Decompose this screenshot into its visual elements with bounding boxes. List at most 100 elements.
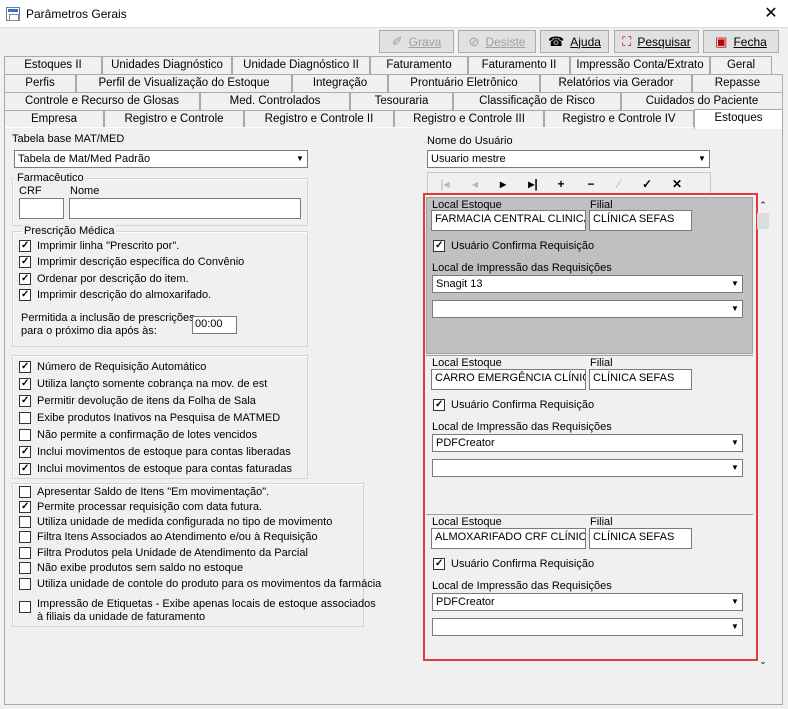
chevron-down-icon[interactable]: ▼ (292, 151, 307, 167)
checkbox[interactable] (19, 395, 31, 407)
next-record-icon[interactable]: ▸ (490, 175, 516, 193)
cancel-icon: ⊘ (468, 33, 480, 49)
etiquetas-label-2: à filiais da unidade de faturamento (37, 611, 206, 623)
tab-geral[interactable]: Geral (710, 56, 772, 74)
scroll-thumb[interactable] (757, 213, 769, 229)
checkbox[interactable] (19, 486, 31, 498)
chevron-up-icon[interactable]: ⌃ (757, 199, 769, 211)
tab-registro-controle-iii[interactable]: Registro e Controle III (394, 110, 544, 128)
checkbox[interactable] (19, 547, 31, 559)
cb-lotes-vencidos[interactable]: Não permite a confirmação de lotes venci… (19, 429, 257, 441)
cb-imprimir-almoxarifado[interactable]: Imprimir descrição do almoxarifado. (19, 289, 211, 301)
checkbox[interactable] (19, 501, 31, 513)
tab-empresa[interactable]: Empresa (4, 110, 104, 128)
checkbox[interactable] (19, 240, 31, 252)
tab-prontuario-eletronico[interactable]: Prontuário Eletrônico (388, 74, 540, 92)
farmaceutico-legend: Farmacêutico (15, 172, 86, 184)
checkbox[interactable] (19, 429, 31, 441)
tab-integracao[interactable]: Integração (292, 74, 388, 92)
tab-cuidados-paciente[interactable]: Cuidados do Paciente (621, 92, 783, 110)
checkbox[interactable] (19, 378, 31, 390)
chevron-down-icon[interactable]: ⌄ (757, 655, 769, 667)
permitida-label-1: Permitida a inclusão de prescrições (21, 312, 195, 324)
cb-saldo-movimentacao[interactable]: Apresentar Saldo de Itens "Em movimentaç… (19, 486, 269, 498)
cb-requisicao-automatico[interactable]: Número de Requisição Automático (19, 361, 206, 373)
tab-repasse[interactable]: Repasse (692, 74, 783, 92)
cb-filtra-itens-associados[interactable]: Filtra Itens Associados ao Atendimento e… (19, 531, 318, 543)
delete-record-icon[interactable]: − (578, 175, 604, 193)
tab-registro-controle-ii[interactable]: Registro e Controle II (244, 110, 394, 128)
first-record-icon[interactable]: |◂ (432, 175, 458, 193)
exit-door-icon: ▣ (715, 33, 728, 49)
records-scrollbar[interactable]: ⌃ ⌄ (757, 199, 769, 669)
cb-contas-liberadas[interactable]: Inclui movimentos de estoque para contas… (19, 446, 291, 458)
checkbox[interactable] (19, 446, 31, 458)
cb-data-futura[interactable]: Permite processar requisição com data fu… (19, 501, 262, 513)
tab-controle-recurso-glosas[interactable]: Controle e Recurso de Glosas (4, 92, 200, 110)
tab-perfil-visualizacao-estoque[interactable]: Perfil de Visualização do Estoque (76, 74, 292, 92)
tab-classificacao-risco[interactable]: Classificação de Risco (453, 92, 621, 110)
window-title: Parâmetros Gerais (26, 7, 127, 21)
checkbox[interactable] (19, 578, 31, 590)
tab-estoques[interactable]: Estoques (694, 109, 783, 129)
close-button[interactable]: ✕ (758, 3, 784, 25)
cb-devolucao-folha-sala[interactable]: Permitir devolução de itens da Folha de … (19, 395, 256, 407)
checkbox[interactable] (19, 562, 31, 574)
cb-ordenar-descricao[interactable]: Ordenar por descrição do item. (19, 273, 189, 285)
fecha-button[interactable]: ▣ Fecha (703, 30, 779, 53)
tab-tesouraria[interactable]: Tesouraria (350, 92, 453, 110)
insert-record-icon[interactable]: + (548, 175, 574, 193)
nome-label: Nome (70, 185, 100, 197)
tab-relatorios-via-gerador[interactable]: Relatórios via Gerador (540, 74, 692, 92)
tab-faturamento[interactable]: Faturamento (370, 56, 468, 74)
tab-unidades-diagnostico[interactable]: Unidades Diagnóstico (102, 56, 232, 74)
cb-unidade-controle[interactable]: Utiliza unidade de contole do produto pa… (19, 578, 381, 590)
nome-field[interactable] (69, 198, 301, 219)
cb-contas-faturadas[interactable]: Inclui movimentos de estoque para contas… (19, 463, 292, 475)
checkbox[interactable] (19, 463, 31, 475)
checkbox[interactable] (19, 516, 31, 528)
pencil-icon: ✐ (391, 33, 403, 49)
checkbox[interactable] (19, 601, 31, 613)
highlight-frame (423, 193, 758, 661)
tabela-base-label: Tabela base MAT/MED (12, 133, 125, 145)
desiste-button[interactable]: ⊘ Desiste (458, 30, 536, 53)
cb-exibe-inativos[interactable]: Exibe produtos Inativos na Pesquisa de M… (19, 412, 280, 424)
cancel-record-icon[interactable]: ✕ (664, 175, 690, 193)
tab-med-controlados[interactable]: Med. Controlados (200, 92, 350, 110)
tab-faturamento-ii[interactable]: Faturamento II (468, 56, 570, 74)
checkbox[interactable] (19, 361, 31, 373)
grava-button[interactable]: ✐ Grava (379, 30, 454, 53)
hora-field[interactable]: 00:00 (192, 316, 237, 334)
help-phone-icon: ☎ (548, 33, 565, 49)
ajuda-button[interactable]: ☎ Ajuda (540, 30, 609, 53)
cb-impressao-etiquetas[interactable] (19, 601, 37, 613)
pesquisar-button[interactable]: ⛶ Pesquisar (614, 30, 699, 53)
tab-perfis[interactable]: Perfis (4, 74, 76, 92)
record-navigator: |◂ ◂ ▸ ▸| + − ⁄ ✓ ✕ (427, 172, 711, 194)
checkbox[interactable] (19, 412, 31, 424)
cb-imprimir-prescrito[interactable]: Imprimir linha "Prescrito por". (19, 240, 179, 252)
usuario-combo[interactable]: Usuario mestre ▼ (427, 150, 710, 168)
checkbox[interactable] (19, 273, 31, 285)
prior-record-icon[interactable]: ◂ (462, 175, 488, 193)
crf-field[interactable] (19, 198, 64, 219)
edit-record-icon[interactable]: ⁄ (606, 175, 632, 193)
checkbox[interactable] (19, 289, 31, 301)
cb-filtra-unidade-parcial[interactable]: Filtra Produtos pela Unidade de Atendime… (19, 547, 308, 559)
checkbox[interactable] (19, 256, 31, 268)
checkbox[interactable] (19, 531, 31, 543)
post-record-icon[interactable]: ✓ (634, 175, 660, 193)
last-record-icon[interactable]: ▸| (520, 175, 546, 193)
cb-sem-saldo[interactable]: Não exibe produtos sem saldo no estoque (19, 562, 243, 574)
tab-registro-controle-iv[interactable]: Registro e Controle IV (544, 110, 694, 128)
cb-lancto-cobranca[interactable]: Utiliza lançto somente cobrança na mov. … (19, 378, 267, 390)
cb-unidade-medida[interactable]: Utiliza unidade de medida configurada no… (19, 516, 332, 528)
tab-estoques-ii[interactable]: Estoques II (4, 56, 102, 74)
chevron-down-icon[interactable]: ▼ (694, 151, 709, 167)
tab-registro-controle[interactable]: Registro e Controle (104, 110, 244, 128)
tab-impressao-conta-extrato[interactable]: Impressão Conta/Extrato (570, 56, 710, 74)
tabela-base-combo[interactable]: Tabela de Mat/Med Padrão ▼ (14, 150, 308, 168)
cb-imprimir-descricao-convenio[interactable]: Imprimir descrição específica do Convêni… (19, 256, 244, 268)
tab-unidade-diagnostico-ii[interactable]: Unidade Diagnóstico II (232, 56, 370, 74)
